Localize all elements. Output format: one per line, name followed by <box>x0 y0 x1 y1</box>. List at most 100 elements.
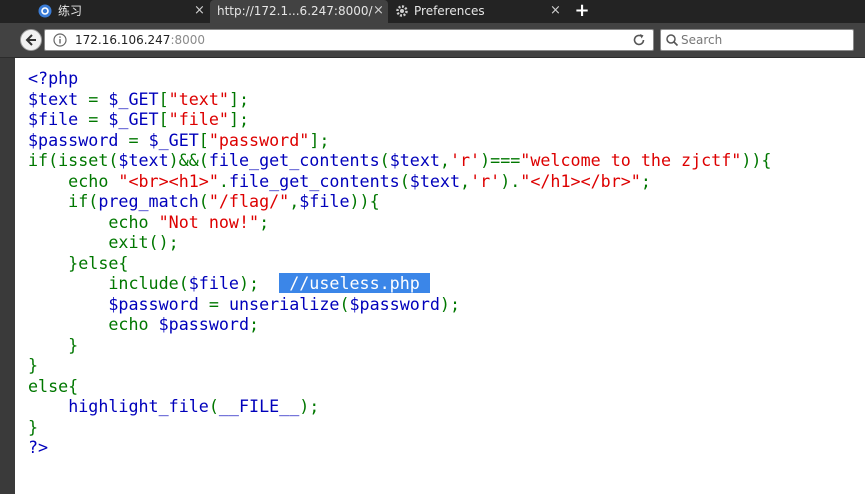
code-token: unserialize <box>228 293 340 314</box>
code-token: ?> <box>28 437 49 457</box>
back-arrow-icon <box>25 34 36 46</box>
code-token: , <box>289 191 300 211</box>
selected-comment[interactable]: //useless.php <box>279 273 430 293</box>
code-token: echo <box>28 211 159 232</box>
code-token: $file <box>299 191 350 211</box>
code-token: $_GET <box>108 88 159 109</box>
tab-title: Preferences <box>414 4 485 18</box>
code-token: if( <box>28 191 99 211</box>
code-token: [ <box>158 88 169 109</box>
tab-active-url[interactable]: http://172.1...6.247:8000/ × <box>210 0 388 23</box>
code-token: preg_match <box>98 191 199 211</box>
code-token: "<br><h1>" <box>118 170 219 191</box>
code-line: } <box>28 335 78 355</box>
reload-icon[interactable] <box>631 32 647 48</box>
code-token: } <box>28 416 39 437</box>
code-token: [ <box>198 129 209 150</box>
code-token: __FILE__ <box>218 396 300 416</box>
code-token: }else{ <box>28 252 129 273</box>
code-line: else{ <box>28 376 78 396</box>
close-tab-icon[interactable]: × <box>194 0 205 22</box>
code-token: echo <box>28 314 159 334</box>
code-line: $text = $_GET["text"]; <box>28 89 249 109</box>
code-line: echo "Not now!"; <box>28 212 269 232</box>
code-token: 'r' <box>449 150 481 170</box>
code-token: ); <box>238 273 280 293</box>
code-token: $password <box>158 314 250 334</box>
code-token: ]; <box>228 88 250 109</box>
code-line: <?php <box>28 68 78 88</box>
back-button[interactable] <box>20 29 42 51</box>
url-text: 172.16.106.247:8000 <box>75 30 205 50</box>
code-token: file_get_contents <box>228 170 400 191</box>
code-token: ); <box>439 293 461 314</box>
code-token: = <box>198 293 229 314</box>
close-tab-icon[interactable]: × <box>550 0 561 22</box>
code-token: ); <box>299 396 320 416</box>
tab-practice[interactable]: 练习 × <box>30 0 208 23</box>
code-token: ]; <box>228 109 250 129</box>
code-line: } <box>28 355 38 375</box>
code-token: ; <box>249 314 260 334</box>
code-token: ). <box>500 170 521 191</box>
code-line: if(preg_match("/flag/",$file)){ <box>28 191 379 211</box>
code-token: $file <box>188 273 239 293</box>
tab-bar: 练习 × http://172.1...6.247:8000/ × Prefer… <box>0 0 865 23</box>
code-token: ; <box>259 211 270 232</box>
code-line: echo "<br><h1>".file_get_contents($text,… <box>28 171 651 191</box>
code-token: $text <box>389 150 440 170</box>
code-token: , <box>439 150 450 170</box>
code-token: $password <box>349 293 440 314</box>
info-icon[interactable] <box>53 33 67 47</box>
code-token: $text <box>409 170 461 191</box>
code-line: include($file); //useless.php <box>28 273 430 293</box>
code-token: $text <box>28 88 79 109</box>
code-token: )&&( <box>168 150 209 170</box>
url-bar[interactable]: 172.16.106.247:8000 <box>44 29 654 51</box>
url-host: 172.16.106.247 <box>75 33 171 47</box>
code-token: include( <box>28 273 189 293</box>
code-token: )){ <box>741 150 772 170</box>
php-source-code: <?php $text = $_GET["text"]; $file = $_G… <box>28 68 771 458</box>
code-token: if(isset( <box>28 150 119 170</box>
new-tab-button[interactable]: + <box>572 0 592 22</box>
code-token: = <box>78 88 109 109</box>
url-port: :8000 <box>170 33 206 47</box>
search-input[interactable]: Search <box>660 29 854 51</box>
code-token: ( <box>198 191 209 211</box>
code-line: ?> <box>28 437 48 457</box>
search-icon <box>666 34 679 47</box>
code-token: $_GET <box>148 129 199 150</box>
code-token: $password <box>28 129 119 150</box>
code-token: exit(); <box>28 232 179 252</box>
code-token: = <box>78 109 109 129</box>
code-token: ( <box>399 170 410 191</box>
code-token: , <box>460 170 471 191</box>
tab-title: http://172.1...6.247:8000/ <box>217 4 373 18</box>
code-token: $text <box>118 150 169 170</box>
code-token: "text" <box>168 88 229 109</box>
code-line: echo $password; <box>28 314 259 334</box>
code-line: $password = $_GET["password"]; <box>28 130 329 150</box>
tab-title: 练习 <box>58 4 83 18</box>
code-line: $file = $_GET["file"]; <box>28 109 249 129</box>
code-token: ( <box>379 150 390 170</box>
code-token: ( <box>339 293 350 314</box>
code-line: exit(); <box>28 232 179 252</box>
code-token: = <box>118 129 149 150</box>
gear-icon <box>396 5 408 17</box>
code-line: }else{ <box>28 253 128 273</box>
code-token: 'r' <box>470 170 501 191</box>
code-line: } <box>28 417 38 437</box>
code-token: "welcome to the zjctf" <box>520 150 742 170</box>
site-favicon-icon <box>38 4 52 18</box>
code-token: "file" <box>168 109 229 129</box>
tab-preferences[interactable]: Preferences × <box>390 0 568 23</box>
code-token: $_GET <box>108 109 159 129</box>
code-token: $password <box>108 293 199 314</box>
close-tab-icon[interactable]: × <box>373 0 384 22</box>
code-token: . <box>218 170 229 191</box>
code-token: "password" <box>208 129 310 150</box>
